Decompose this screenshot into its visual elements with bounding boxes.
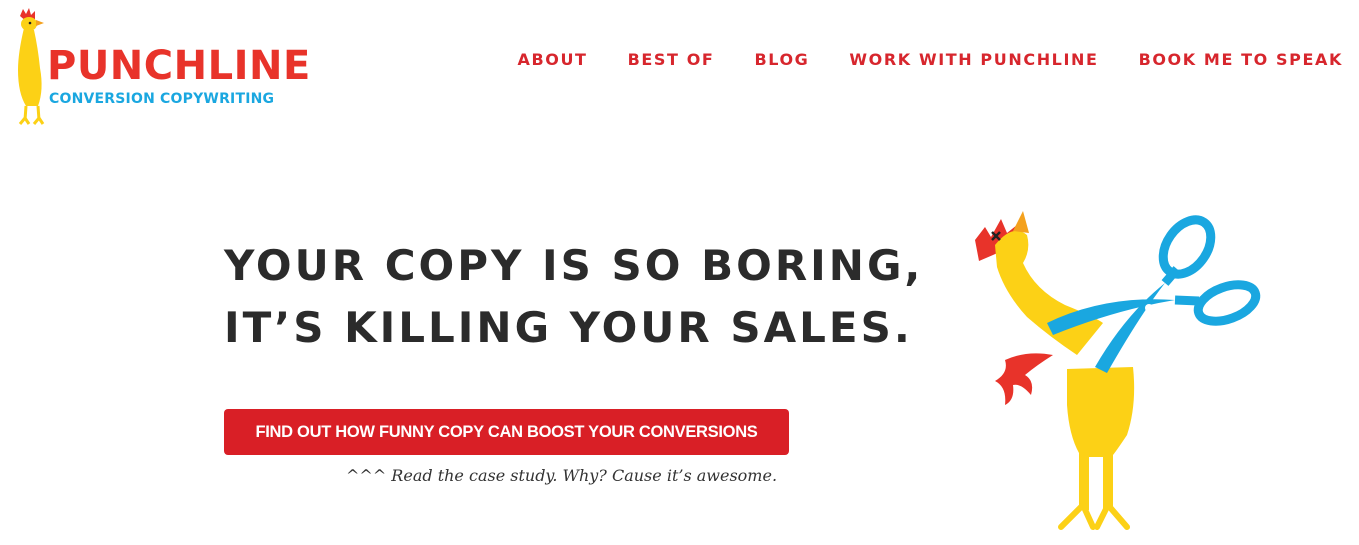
logo-tagline: CONVERSION COPYWRITING [49, 91, 275, 107]
nav-item-book-me-to-speak[interactable]: BOOK ME TO SPEAK [1139, 50, 1343, 69]
cta-caption: ^^^ Read the case study. Why? Cause it’s… [346, 466, 778, 485]
rubber-chicken-cut-by-scissors-icon [975, 211, 1261, 530]
case-study-cta-button[interactable]: FIND OUT HOW FUNNY COPY CAN BOOST YOUR C… [224, 409, 789, 455]
nav-item-work-with-punchline[interactable]: WORK WITH PUNCHLINE [849, 50, 1098, 69]
hero-headline-line-2: IT’S KILLING YOUR SALES. [224, 303, 913, 352]
hero-headline: YOUR COPY IS SO BORING, IT’S KILLING YOU… [224, 235, 923, 359]
nav-item-best-of[interactable]: BEST OF [628, 50, 715, 69]
logo-wordmark: PUNCHLINE [47, 43, 311, 89]
nav-item-about[interactable]: ABOUT [517, 50, 587, 69]
main-nav: ABOUT BEST OF BLOG WORK WITH PUNCHLINE B… [517, 50, 1343, 69]
logo[interactable]: PUNCHLINE CONVERSION COPYWRITING [10, 8, 330, 128]
nav-item-blog[interactable]: BLOG [754, 50, 809, 69]
hero-headline-line-1: YOUR COPY IS SO BORING, [224, 241, 924, 290]
